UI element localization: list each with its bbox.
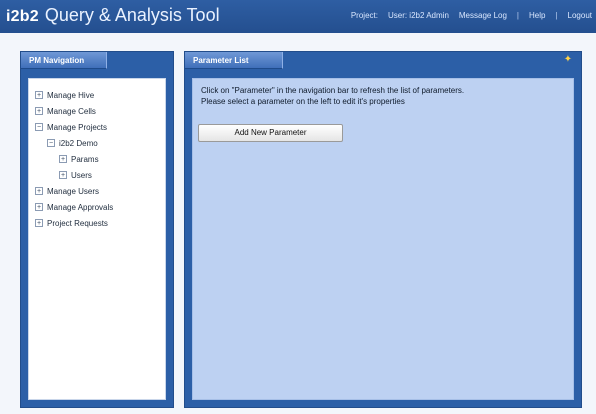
header-links: Project: User: i2b2 Admin Message Log | … [351,11,592,20]
tree-item-project-requests[interactable]: + Project Requests [35,215,159,231]
header-separator: | [516,11,519,20]
tree-item-params[interactable]: + Params [35,151,159,167]
user-label: User: i2b2 Admin [387,11,449,20]
refresh-instruction: Click on "Parameter" in the navigation b… [201,86,465,95]
tree-item-label: Project Requests [47,218,108,228]
collapse-icon[interactable]: − [47,139,55,147]
collapse-icon[interactable]: − [35,123,43,131]
tab-parameter-list[interactable]: Parameter List [185,52,283,69]
header-separator: | [555,11,558,20]
tree-item-label: Manage Hive [47,90,95,100]
help-icon[interactable]: ✦ [563,54,573,65]
tree-item-users[interactable]: + Users [35,167,159,183]
project-label: Project: [350,11,378,20]
parameter-list-panel: Parameter List ✦ Click on "Parameter" in… [184,51,582,408]
tree-item-manage-cells[interactable]: + Manage Cells [35,103,159,119]
expand-icon[interactable]: + [35,107,43,115]
expand-icon[interactable]: + [35,187,43,195]
tree-item-manage-approvals[interactable]: + Manage Approvals [35,199,159,215]
expand-icon[interactable]: + [35,219,43,227]
tree-item-label: Users [71,170,92,180]
add-new-parameter-button[interactable]: Add New Parameter [198,124,343,142]
tree-item-label: Manage Users [47,186,100,196]
tree-item-label: Manage Approvals [47,202,114,212]
select-instruction: Please select a parameter on the left to… [201,97,405,106]
tree-item-manage-users[interactable]: + Manage Users [35,183,159,199]
app-title: Query & Analysis Tool [44,5,220,25]
tab-pm-navigation[interactable]: PM Navigation [21,52,107,69]
expand-icon[interactable]: + [59,155,67,163]
tree-item-label: Params [71,154,99,164]
help-link[interactable]: Help [529,11,545,20]
tree-item-label: i2b2 Demo [59,138,98,148]
app-logo: i2b2 [6,8,39,25]
expand-icon[interactable]: + [59,171,67,179]
expand-icon[interactable]: + [35,203,43,211]
pm-navigation-tree: + Manage Hive + Manage Cells − Manage Pr… [28,78,166,400]
parameter-content: Click on "Parameter" in the navigation b… [192,78,574,400]
pm-navigation-body: + Manage Hive + Manage Cells − Manage Pr… [28,78,166,400]
tree-item-manage-hive[interactable]: + Manage Hive [35,87,159,103]
tree-item-manage-projects[interactable]: − Manage Projects [35,119,159,135]
app-brand: i2b2 Query & Analysis Tool [6,5,220,29]
logout-link[interactable]: Logout [568,11,592,20]
top-header: i2b2 Query & Analysis Tool Project: User… [0,0,596,33]
parameter-list-body: Click on "Parameter" in the navigation b… [192,78,574,400]
tree-item-label: Manage Cells [47,106,96,116]
tree-item-label: Manage Projects [47,122,108,132]
message-log-link[interactable]: Message Log [459,11,507,20]
tree-item-i2b2-demo[interactable]: − i2b2 Demo [35,135,159,151]
pm-navigation-panel: PM Navigation + Manage Hive + Manage Cel… [20,51,174,408]
expand-icon[interactable]: + [35,91,43,99]
